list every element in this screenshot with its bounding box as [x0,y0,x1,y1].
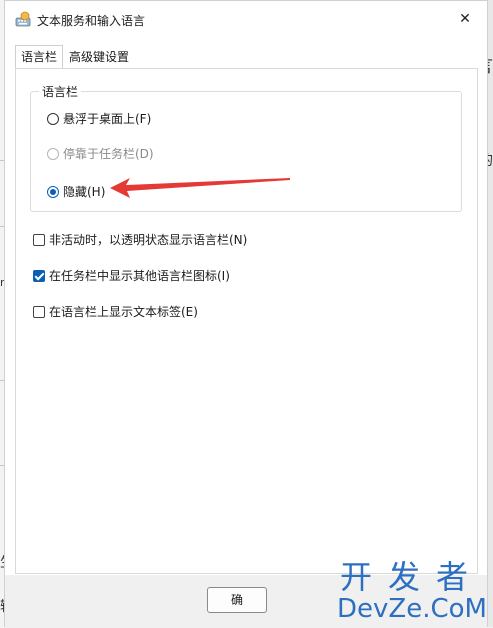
checkbox[interactable] [33,305,45,318]
close-button[interactable]: ✕ [443,1,487,37]
radio-label: 隐藏(H) [63,185,106,199]
checkbox-show-text-labels[interactable]: 在语言栏上显示文本标签(E) [33,303,198,320]
checkbox[interactable] [33,269,45,282]
ok-button[interactable]: 确 [207,587,267,613]
radio-dock-in-taskbar: 停靠于任务栏(D) [47,145,154,162]
watermark-line1: 开发者 [340,558,485,596]
group-legend: 语言栏 [39,83,82,100]
radio-label: 停靠于任务栏(D) [63,147,154,161]
radio-label: 悬浮于桌面上(F) [63,112,152,126]
radio-button[interactable] [47,112,59,125]
tab-panel: 语言栏 悬浮于桌面上(F) 停靠于任务栏(D) 隐藏(H) 非活动时，以透明状态… [15,68,478,574]
radio-float-on-desktop[interactable]: 悬浮于桌面上(F) [47,110,151,127]
checkbox-label: 非活动时，以透明状态显示语言栏(N) [49,233,248,247]
window-title: 文本服务和输入语言 [37,14,146,28]
checkbox-label: 在语言栏上显示文本标签(E) [49,305,198,319]
checkbox-transparent-when-inactive[interactable]: 非活动时，以透明状态显示语言栏(N) [33,231,247,248]
text-services-dialog: 文本服务和输入语言 ✕ 语言栏 高级键设置 语言栏 悬浮于桌面上(F) 停靠于任… [4,0,488,628]
radio-button [47,147,59,160]
watermark-logo: 开发者 DevZe.CoM [337,559,487,623]
annotation-arrow [110,178,290,198]
tab-language-bar[interactable]: 语言栏 [15,45,64,70]
radio-button[interactable] [47,185,59,198]
watermark-line2: DevZe.CoM [337,594,487,624]
title-bar[interactable]: 文本服务和输入语言 ✕ [5,1,487,37]
radio-hidden[interactable]: 隐藏(H) [47,183,105,200]
checkbox-show-extra-icons[interactable]: 在任务栏中显示其他语言栏图标(I) [33,267,230,284]
tab-strip: 语言栏 高级键设置 [15,45,135,70]
keyboard-globe-icon [15,11,31,27]
tab-advanced-key-settings[interactable]: 高级键设置 [63,45,135,67]
checkbox-label: 在任务栏中显示其他语言栏图标(I) [49,269,230,283]
checkbox[interactable] [33,233,45,246]
